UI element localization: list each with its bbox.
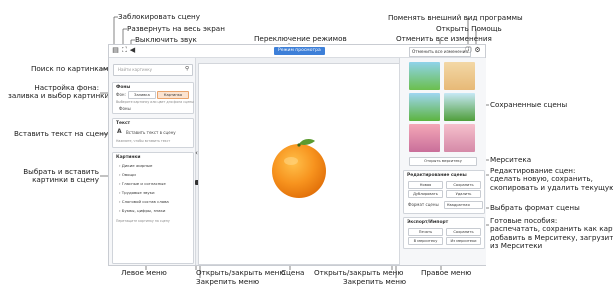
- ann-open-help: Открыть Помощь: [436, 24, 502, 33]
- category-item[interactable]: › Овощи: [119, 172, 136, 177]
- add-merstika-button[interactable]: В мерситеку: [408, 237, 443, 245]
- ann-scene: Сцена: [281, 268, 305, 277]
- images-card: Картинки › Дикие жирные › Овощи › Гласны…: [112, 152, 194, 264]
- background-link[interactable]: Фоны: [119, 106, 131, 111]
- images-title: Картинки: [116, 155, 141, 160]
- print-button[interactable]: Печать: [408, 228, 443, 236]
- saved-scene-thumb[interactable]: [444, 93, 475, 121]
- open-merstika-button[interactable]: Открыть мерситеку: [409, 157, 477, 166]
- save-scene-button[interactable]: Сохранить: [446, 181, 481, 189]
- new-scene-button[interactable]: Новая: [408, 181, 443, 189]
- saved-scene-thumb[interactable]: [444, 124, 475, 152]
- sound-icon[interactable]: ◀: [129, 47, 136, 54]
- load-merstika-button[interactable]: Из мерситеки: [446, 237, 481, 245]
- copy-scene-button[interactable]: Дублировать: [408, 190, 443, 198]
- ann-pin-left: Закрепить меню: [196, 277, 260, 286]
- ann-image-search: Поиск по картинкам: [31, 64, 109, 73]
- ann-fullscreen: Развернуть на весь экран: [127, 24, 225, 33]
- ann-bg-setup: Настройка фона: заливка и выбор картинки: [8, 83, 110, 101]
- background-label: Фон:: [116, 92, 126, 97]
- gear-icon[interactable]: ⚙: [474, 47, 481, 54]
- ann-mode-switch: Переключение режимов: [254, 34, 347, 43]
- text-title: Текст: [116, 121, 131, 126]
- category-item[interactable]: › Буквы, цифры, знаки: [119, 208, 165, 213]
- saved-scene-thumb[interactable]: [444, 62, 475, 90]
- save-image-button[interactable]: Сохранить: [446, 228, 481, 236]
- app-window: ▤ ⛶ ◀ Режим просмотра Отменить все измен…: [108, 44, 486, 266]
- category-item[interactable]: › Трудовые звуки: [119, 190, 155, 195]
- images-hint: Перетащите картинку на сцену: [116, 219, 170, 223]
- help-icon[interactable]: ⓘ: [465, 47, 472, 54]
- search-icon: ⚲: [184, 66, 189, 72]
- ann-insert-images: Выбрать и вставить картинки в сцену: [23, 167, 99, 185]
- saved-scene-thumb[interactable]: [409, 93, 440, 121]
- scene-canvas[interactable]: [198, 63, 400, 265]
- ann-right-menu: Правое меню: [421, 268, 472, 277]
- ann-ready-tools: Готовые пособия: распечатать, сохранить …: [490, 216, 613, 251]
- lock-icon[interactable]: ▤: [112, 47, 119, 54]
- search-input[interactable]: Найти картинку ⚲: [113, 64, 193, 76]
- text-icon: A: [117, 128, 122, 135]
- category-item[interactable]: › Дикие жирные: [119, 163, 152, 168]
- ann-saved-scenes: Сохраненные сцены: [490, 100, 568, 109]
- top-toolbar: ▤ ⛶ ◀ Режим просмотра Отменить все измен…: [109, 45, 485, 58]
- ann-insert-text: Вставить текст на сцену: [14, 129, 109, 138]
- background-card: Фоны Фон: Заливка Картинка Выберите карт…: [112, 82, 194, 114]
- ann-undo-all: Отменить все изменения: [396, 34, 492, 43]
- text-hint: Нажмите, чтобы вставить текст: [116, 139, 171, 143]
- saved-scene-thumb[interactable]: [409, 124, 440, 152]
- search-placeholder: Найти картинку: [118, 67, 152, 72]
- text-card: Текст A Вставить текст в сцену Нажмите, …: [112, 118, 194, 148]
- right-menu: Открыть мерситеку Редактирование сцены Н…: [399, 58, 486, 265]
- orange-image[interactable]: [199, 64, 399, 264]
- saved-scene-thumb[interactable]: [409, 62, 440, 90]
- export-title: Экспорт/Импорт: [407, 220, 449, 225]
- background-hint: Выберите картинку или цвет для фона сцен…: [116, 100, 194, 104]
- edit-scene-title: Редактирование сцены: [407, 173, 467, 178]
- ann-pin-right: Закрепить меню: [343, 277, 407, 286]
- ann-merstika: Мерситека: [490, 155, 532, 164]
- delete-scene-button[interactable]: Удалить: [446, 190, 481, 198]
- category-item[interactable]: › Слоговой состав слова: [119, 199, 169, 204]
- fullscreen-icon[interactable]: ⛶: [121, 47, 128, 54]
- background-title: Фоны: [116, 85, 131, 90]
- format-select[interactable]: Квадратная: [444, 201, 483, 209]
- ann-lock-scene: Заблокировать сцену: [118, 12, 200, 21]
- ann-scene-format: Выбрать формат сцены: [490, 203, 580, 212]
- export-card: Экспорт/Импорт Печать Сохранить В мерсит…: [403, 217, 485, 249]
- undo-all-button[interactable]: Отменить все изменения: [409, 47, 471, 57]
- format-label: Формат сцены: [408, 202, 439, 207]
- ann-left-menu: Левое меню: [121, 268, 167, 277]
- ann-edit-scenes: Редактирование сцен: сделать новую, сохр…: [490, 166, 613, 192]
- edit-scene-card: Редактирование сцены Новая Сохранить Дуб…: [403, 170, 485, 214]
- ann-change-look: Поменять внешний вид программы: [388, 13, 523, 22]
- mode-switch-button[interactable]: Режим просмотра: [274, 47, 325, 55]
- bg-picture-button[interactable]: Картинка: [157, 91, 189, 99]
- category-item[interactable]: › Гласные и согласные: [119, 181, 166, 186]
- insert-text-button[interactable]: Вставить текст в сцену: [126, 130, 176, 135]
- bg-fill-button[interactable]: Заливка: [128, 91, 156, 99]
- left-menu: Найти картинку ⚲ Фоны Фон: Заливка Карти…: [109, 58, 196, 265]
